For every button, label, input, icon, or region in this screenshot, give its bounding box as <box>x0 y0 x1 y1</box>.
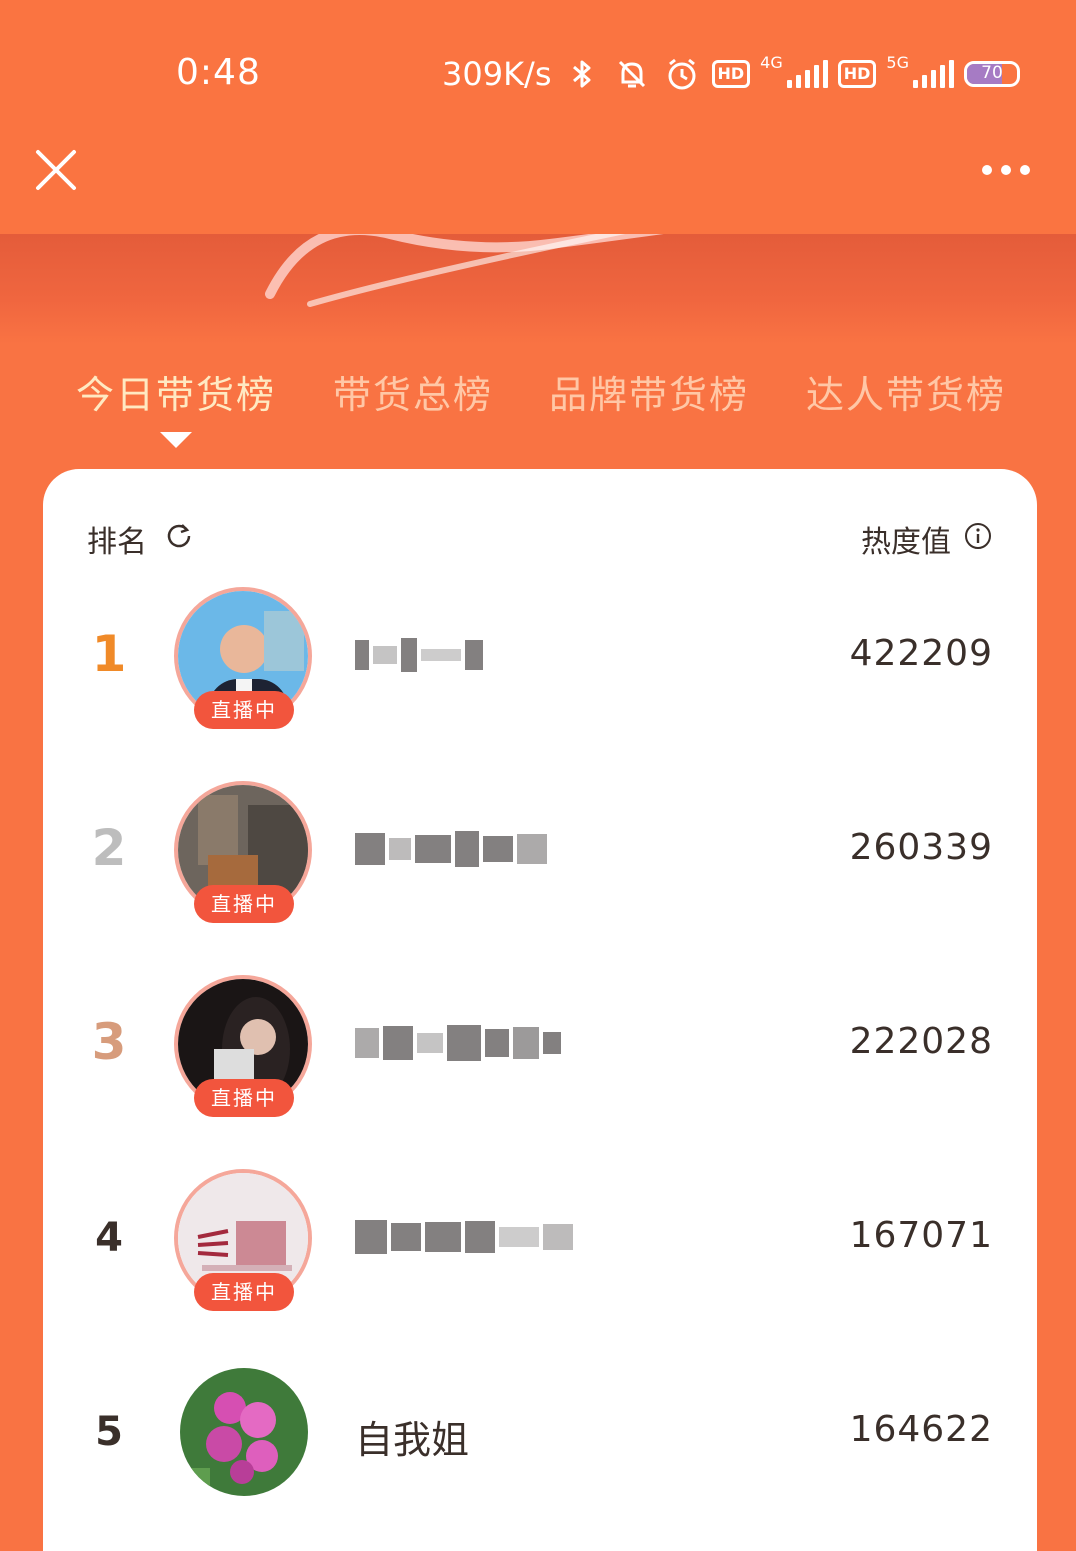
close-icon[interactable] <box>28 142 84 198</box>
network-type-label: 4G <box>760 52 783 72</box>
heat-column-header: 热度值 <box>861 525 951 560</box>
hd-icon-2: HD <box>837 60 877 88</box>
tab-today[interactable]: 今日带货榜 <box>76 364 276 419</box>
rank-number: 3 <box>91 1013 127 1071</box>
tab-influencer[interactable]: 达人带货榜 <box>806 364 1006 419</box>
mute-bell-icon <box>618 60 645 88</box>
anchor-name: 自我姐 <box>355 1418 470 1462</box>
battery-level: 70 <box>981 63 1003 83</box>
tab-total[interactable]: 带货总榜 <box>333 364 493 419</box>
list-header: 排名 热度值 <box>43 469 1037 589</box>
nav-bar <box>0 120 1076 234</box>
list-item[interactable]: 5 自我姐 164622 <box>43 1363 1037 1551</box>
ranking-card: 排名 热度值 1 直播中 422209 2 直播中 260339 3 直播中 2… <box>43 469 1037 1551</box>
bluetooth-icon <box>572 60 590 88</box>
rank-number: 1 <box>91 625 127 683</box>
battery-icon: 70 <box>964 61 1020 87</box>
list-item[interactable]: 3 直播中 222028 <box>43 975 1037 1169</box>
more-icon[interactable] <box>976 150 1036 190</box>
live-badge: 直播中 <box>194 691 294 729</box>
banner-decoration <box>265 234 664 307</box>
net-speed: 309K/s <box>441 55 552 93</box>
signal-bars-icon-2 <box>913 60 954 88</box>
list-item[interactable]: 4 直播中 167071 <box>43 1169 1037 1363</box>
tab-brand[interactable]: 品牌带货榜 <box>549 364 749 419</box>
signal-bars-icon <box>786 60 828 88</box>
heat-value: 260339 <box>849 827 993 868</box>
heat-value: 222028 <box>849 1021 993 1062</box>
name-mosaic <box>355 1021 561 1065</box>
rank-number: 2 <box>91 819 127 877</box>
heat-value: 164622 <box>849 1409 993 1450</box>
refresh-icon[interactable] <box>165 521 193 549</box>
list-item[interactable]: 2 直播中 260339 <box>43 781 1037 975</box>
alarm-icon <box>668 58 695 90</box>
status-icons: 309K/s HD 4G HD 5G 70 <box>442 52 1020 96</box>
live-badge: 直播中 <box>194 1273 294 1311</box>
banner <box>0 234 1076 344</box>
heat-value: 422209 <box>849 633 993 674</box>
name-mosaic <box>355 1215 573 1259</box>
tab-bar: 今日带货榜 带货总榜 品牌带货榜 达人带货榜 <box>0 364 1076 424</box>
rank-column-header: 排名 <box>87 525 147 560</box>
status-bar: 0:48 309K/s HD 4G HD 5G 70 <box>0 0 1076 120</box>
hd-icon: HD <box>711 60 751 88</box>
heat-value: 167071 <box>849 1215 993 1256</box>
network-type-label-2: 5G <box>886 52 909 72</box>
name-mosaic <box>355 633 483 677</box>
rank-number: 4 <box>95 1215 123 1261</box>
live-badge: 直播中 <box>194 885 294 923</box>
avatar[interactable] <box>180 1368 308 1496</box>
name-mosaic <box>355 827 547 871</box>
live-badge: 直播中 <box>194 1079 294 1117</box>
active-tab-indicator <box>160 432 192 448</box>
status-time: 0:48 <box>176 52 261 93</box>
list-item[interactable]: 1 直播中 422209 <box>43 587 1037 781</box>
info-icon[interactable] <box>963 521 993 551</box>
rank-number: 5 <box>95 1409 123 1455</box>
